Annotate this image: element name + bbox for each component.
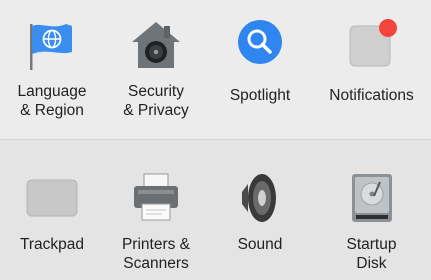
pref-label-spotlight: Spotlight <box>229 87 291 104</box>
pref-label-startup-disk: Startup Disk <box>346 236 397 272</box>
pref-label-language-region: Language & Region <box>17 83 87 119</box>
pref-startup-disk[interactable]: Startup Disk <box>312 140 431 278</box>
pref-label-printers-scanners: Printers & Scanners <box>121 236 191 272</box>
trackpad-icon <box>26 179 78 217</box>
pref-printers-scanners[interactable]: Printers & Scanners <box>104 140 208 278</box>
pref-language-region[interactable]: Language & Region <box>0 0 104 138</box>
house-lock-icon <box>132 22 180 68</box>
pref-label-notifications: Notifications <box>329 87 414 104</box>
pref-security-privacy[interactable]: Security & Privacy <box>104 0 208 138</box>
speaker-icon <box>242 174 276 222</box>
printer-icon <box>134 173 178 221</box>
pref-trackpad[interactable]: Trackpad <box>0 140 104 278</box>
pref-label-sound: Sound <box>237 236 283 253</box>
pref-label-trackpad: Trackpad <box>19 236 85 253</box>
notification-badge-icon <box>349 19 397 67</box>
flag-globe-icon <box>30 24 72 70</box>
preferences-row-1: Language & Region Security & Privacy Spo… <box>0 0 431 138</box>
pref-sound[interactable]: Sound <box>208 140 312 278</box>
pref-notifications[interactable]: Notifications <box>312 0 431 138</box>
hard-disk-icon <box>351 174 392 222</box>
pref-label-security-privacy: Security & Privacy <box>123 83 189 119</box>
magnifier-icon <box>238 20 282 64</box>
preferences-row-2: Trackpad Printers & Scanners Sound Start… <box>0 139 431 280</box>
pref-spotlight[interactable]: Spotlight <box>208 0 312 138</box>
